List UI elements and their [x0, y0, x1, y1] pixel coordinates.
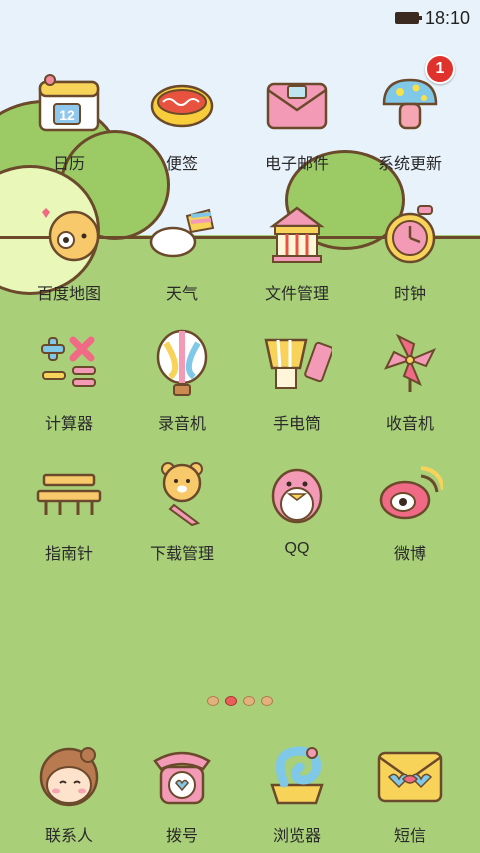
cloud-icon	[146, 198, 218, 270]
app-label: 下载管理	[149, 546, 214, 563]
page-dot[interactable]	[243, 696, 255, 706]
app-label: 手电筒	[272, 416, 321, 433]
app-flashlight[interactable]: 手电筒	[237, 328, 357, 458]
app-label: 系统更新	[377, 156, 442, 173]
app-messages[interactable]: 短信	[350, 740, 470, 853]
flashlight-icon	[261, 328, 333, 400]
app-label: 计算器	[44, 416, 93, 433]
alarm-clock-icon	[374, 198, 446, 270]
app-label: 指南针	[44, 546, 93, 563]
phone-icon	[146, 740, 218, 812]
notification-badge: 1	[425, 54, 455, 84]
status-time: 18:10	[424, 7, 470, 28]
app-download-manager[interactable]: 下载管理	[122, 458, 242, 588]
balloon-icon	[146, 328, 218, 400]
app-label: 时钟	[393, 286, 426, 303]
app-memo[interactable]: 便签	[122, 68, 242, 198]
app-file-manager[interactable]: 文件管理	[237, 198, 357, 328]
memo-icon	[146, 68, 218, 140]
app-label: 便签	[165, 156, 198, 173]
app-label: 百度地图	[36, 286, 101, 303]
bench-icon	[33, 458, 105, 530]
contacts-icon	[33, 740, 105, 812]
browser-icon	[261, 740, 333, 812]
app-label: 录音机	[157, 416, 206, 433]
app-label: 微博	[393, 546, 426, 563]
app-clock[interactable]: 时钟	[350, 198, 470, 328]
weibo-icon	[374, 458, 446, 530]
app-contacts[interactable]: 联系人	[9, 740, 129, 853]
app-email[interactable]: 电子邮件	[237, 68, 357, 198]
app-qq[interactable]: QQ	[237, 458, 357, 588]
app-label: 联系人	[44, 828, 93, 845]
app-baidu-map[interactable]: 百度地图	[9, 198, 129, 328]
app-weather[interactable]: 天气	[122, 198, 242, 328]
calculator-icon	[33, 328, 105, 400]
dock: 联系人 拨号 浏览器 短信	[0, 730, 480, 853]
battery-icon	[394, 12, 422, 24]
app-weibo[interactable]: 微博	[350, 458, 470, 588]
app-system-update[interactable]: 系统更新	[350, 68, 470, 198]
app-radio[interactable]: 收音机	[350, 328, 470, 458]
page-indicator[interactable]	[0, 696, 480, 706]
app-compass[interactable]: 指南针	[9, 458, 129, 588]
app-label: 浏览器	[272, 828, 321, 845]
app-browser[interactable]: 浏览器	[237, 740, 357, 853]
bear-icon	[146, 458, 218, 530]
status-bar: 18:10	[0, 0, 480, 36]
app-label: QQ	[284, 540, 310, 557]
app-label: 天气	[165, 286, 198, 303]
app-calculator[interactable]: 计算器	[9, 328, 129, 458]
app-phone[interactable]: 拨号	[122, 740, 242, 853]
app-label: 日历	[52, 156, 85, 173]
calendar-icon: 12	[33, 68, 105, 140]
page-dot[interactable]	[207, 696, 219, 706]
penguin-icon	[261, 458, 333, 530]
app-label: 短信	[393, 828, 426, 845]
carousel-icon	[261, 198, 333, 270]
app-recorder[interactable]: 录音机	[122, 328, 242, 458]
app-calendar[interactable]: 12 日历	[9, 68, 129, 198]
app-label: 拨号	[165, 828, 198, 845]
page-dot-active[interactable]	[225, 696, 237, 706]
pinwheel-icon	[374, 328, 446, 400]
map-icon	[33, 198, 105, 270]
message-icon	[374, 740, 446, 812]
page-dot[interactable]	[261, 696, 273, 706]
mail-icon	[261, 68, 333, 140]
svg-text:12: 12	[59, 107, 75, 123]
app-label: 电子邮件	[264, 156, 329, 173]
app-label: 收音机	[385, 416, 434, 433]
app-label: 文件管理	[264, 286, 329, 303]
